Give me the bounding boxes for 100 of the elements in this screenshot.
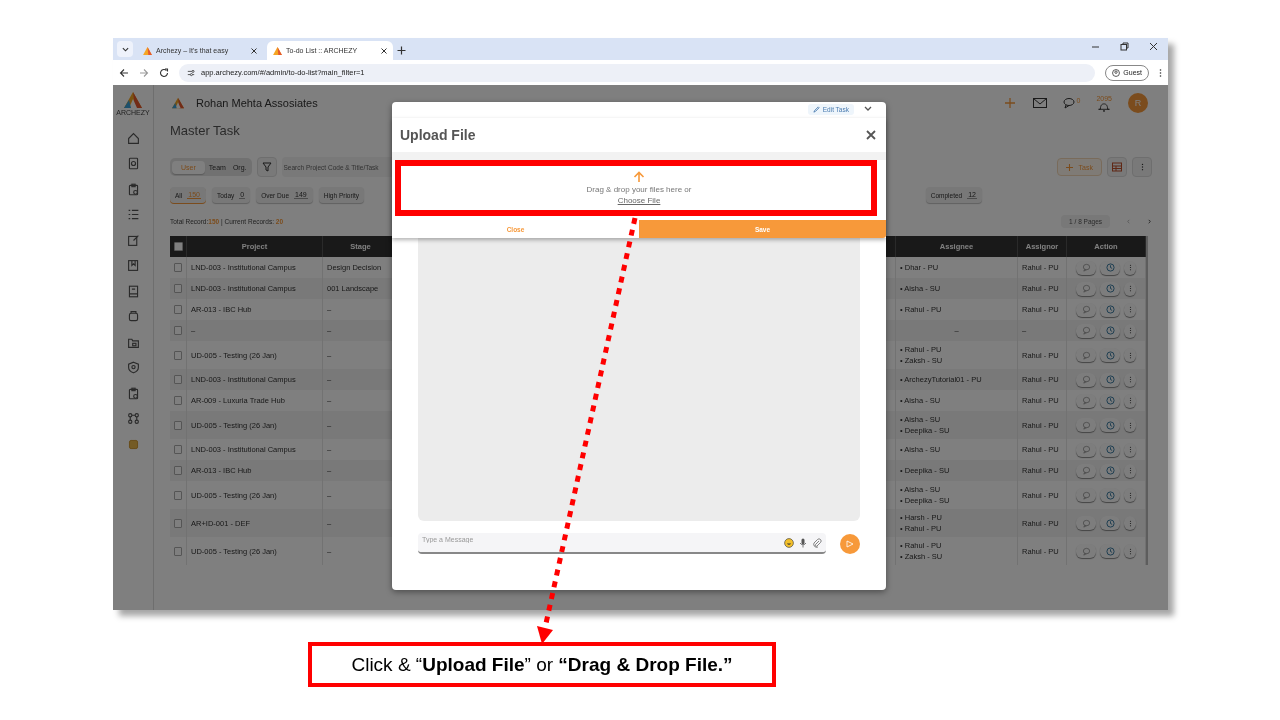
restore-icon[interactable] xyxy=(1120,42,1129,51)
reload-icon[interactable] xyxy=(159,67,169,78)
history-button[interactable] xyxy=(1100,463,1120,478)
microphone-icon[interactable] xyxy=(798,538,808,548)
bell-icon[interactable] xyxy=(1097,102,1112,112)
chat-button[interactable] xyxy=(1076,463,1096,478)
row-menu-button[interactable] xyxy=(1124,393,1136,408)
previous-page-icon[interactable] xyxy=(1126,218,1131,224)
row-checkbox[interactable] xyxy=(174,490,182,500)
history-button[interactable] xyxy=(1100,488,1120,502)
table-view-button[interactable] xyxy=(1107,157,1127,177)
chat-button[interactable] xyxy=(1076,302,1096,317)
row-checkbox[interactable] xyxy=(174,263,182,272)
send-button[interactable] xyxy=(840,533,860,554)
row-checkbox[interactable] xyxy=(174,350,182,360)
site-settings-icon[interactable] xyxy=(187,68,195,77)
row-menu-button[interactable] xyxy=(1124,372,1136,387)
chat-button[interactable] xyxy=(1076,488,1096,502)
next-page-icon[interactable] xyxy=(1147,218,1152,224)
history-button[interactable] xyxy=(1100,544,1120,558)
clock-icon xyxy=(1105,375,1115,384)
close-icon[interactable] xyxy=(251,47,257,54)
row-checkbox[interactable] xyxy=(174,518,182,528)
close-icon[interactable] xyxy=(1149,42,1158,51)
history-button[interactable] xyxy=(1100,281,1120,296)
new-tab-icon[interactable] xyxy=(397,46,406,55)
book-icon[interactable] xyxy=(126,284,140,298)
filter-button[interactable] xyxy=(256,157,277,177)
document-icon[interactable] xyxy=(126,157,140,170)
row-menu-button[interactable] xyxy=(1124,442,1136,457)
chat-icon xyxy=(1081,490,1091,500)
chat-button[interactable] xyxy=(1076,442,1096,457)
chevron-icon[interactable] xyxy=(864,104,872,112)
row-menu-button[interactable] xyxy=(1124,488,1136,502)
choose-file-link[interactable]: Choose File xyxy=(617,196,661,205)
history-button[interactable] xyxy=(1100,302,1120,317)
chat-icon xyxy=(1081,396,1091,405)
chat-button[interactable] xyxy=(1076,393,1096,408)
chat-button[interactable] xyxy=(1076,323,1096,338)
chat-button[interactable] xyxy=(1076,348,1096,362)
clipboard-icon[interactable] xyxy=(126,182,140,196)
row-menu-button[interactable] xyxy=(1124,463,1136,478)
funnel-icon xyxy=(261,162,272,172)
row-menu-button[interactable] xyxy=(1124,544,1136,558)
chat-icon xyxy=(1081,420,1091,430)
forward-icon[interactable] xyxy=(139,67,149,78)
plus-icon xyxy=(1065,163,1073,171)
row-menu-button[interactable] xyxy=(1124,418,1136,432)
row-checkbox[interactable] xyxy=(174,466,182,475)
mail-icon[interactable] xyxy=(1032,97,1047,109)
home-icon[interactable] xyxy=(126,131,140,145)
clipboard-icon[interactable] xyxy=(126,386,140,400)
tab-list-button[interactable] xyxy=(117,41,133,57)
logo-icon xyxy=(143,46,152,55)
history-button[interactable] xyxy=(1100,442,1120,457)
send-icon xyxy=(846,539,854,548)
history-button[interactable] xyxy=(1100,323,1120,338)
row-checkbox[interactable] xyxy=(174,284,182,293)
bookmark-icon[interactable] xyxy=(126,259,140,272)
chat-button[interactable] xyxy=(1076,281,1096,296)
close-icon[interactable] xyxy=(866,130,876,140)
row-menu-button[interactable] xyxy=(1124,348,1136,362)
row-menu-button[interactable] xyxy=(1124,281,1136,296)
row-checkbox[interactable] xyxy=(174,396,182,405)
edit-icon[interactable] xyxy=(126,233,140,247)
clock-icon xyxy=(1105,546,1115,556)
row-menu-button[interactable] xyxy=(1124,302,1136,317)
box-icon[interactable] xyxy=(126,310,140,323)
plus-icon[interactable] xyxy=(1002,97,1017,109)
select-all-checkbox[interactable] xyxy=(173,242,183,251)
row-checkbox[interactable] xyxy=(174,375,182,384)
paperclip-icon[interactable] xyxy=(812,538,822,548)
back-icon[interactable] xyxy=(119,67,129,78)
close-icon[interactable] xyxy=(381,47,387,54)
list-icon[interactable] xyxy=(126,208,140,221)
row-checkbox[interactable] xyxy=(174,546,182,556)
chat-button[interactable] xyxy=(1076,544,1096,558)
row-checkbox[interactable] xyxy=(174,445,182,454)
user-icon xyxy=(1112,68,1121,77)
chat-button[interactable] xyxy=(1076,418,1096,432)
row-menu-button[interactable] xyxy=(1124,323,1136,338)
chat-icon[interactable] xyxy=(1062,97,1077,109)
row-checkbox[interactable] xyxy=(174,420,182,430)
history-button[interactable] xyxy=(1100,516,1120,530)
history-button[interactable] xyxy=(1100,348,1120,362)
emoji-icon[interactable] xyxy=(784,538,794,548)
history-button[interactable] xyxy=(1100,260,1120,275)
menu-icon[interactable] xyxy=(1159,67,1162,78)
row-checkbox[interactable] xyxy=(174,305,182,314)
chat-button[interactable] xyxy=(1076,260,1096,275)
history-button[interactable] xyxy=(1100,418,1120,432)
shield-icon[interactable] xyxy=(126,361,140,374)
network-icon[interactable] xyxy=(126,412,140,425)
row-menu-button[interactable] xyxy=(1124,516,1136,530)
history-button[interactable] xyxy=(1100,393,1120,408)
row-menu-button[interactable] xyxy=(1124,260,1136,275)
chat-button[interactable] xyxy=(1076,516,1096,530)
history-button[interactable] xyxy=(1100,372,1120,387)
row-checkbox[interactable] xyxy=(174,326,182,335)
chat-button[interactable] xyxy=(1076,372,1096,387)
